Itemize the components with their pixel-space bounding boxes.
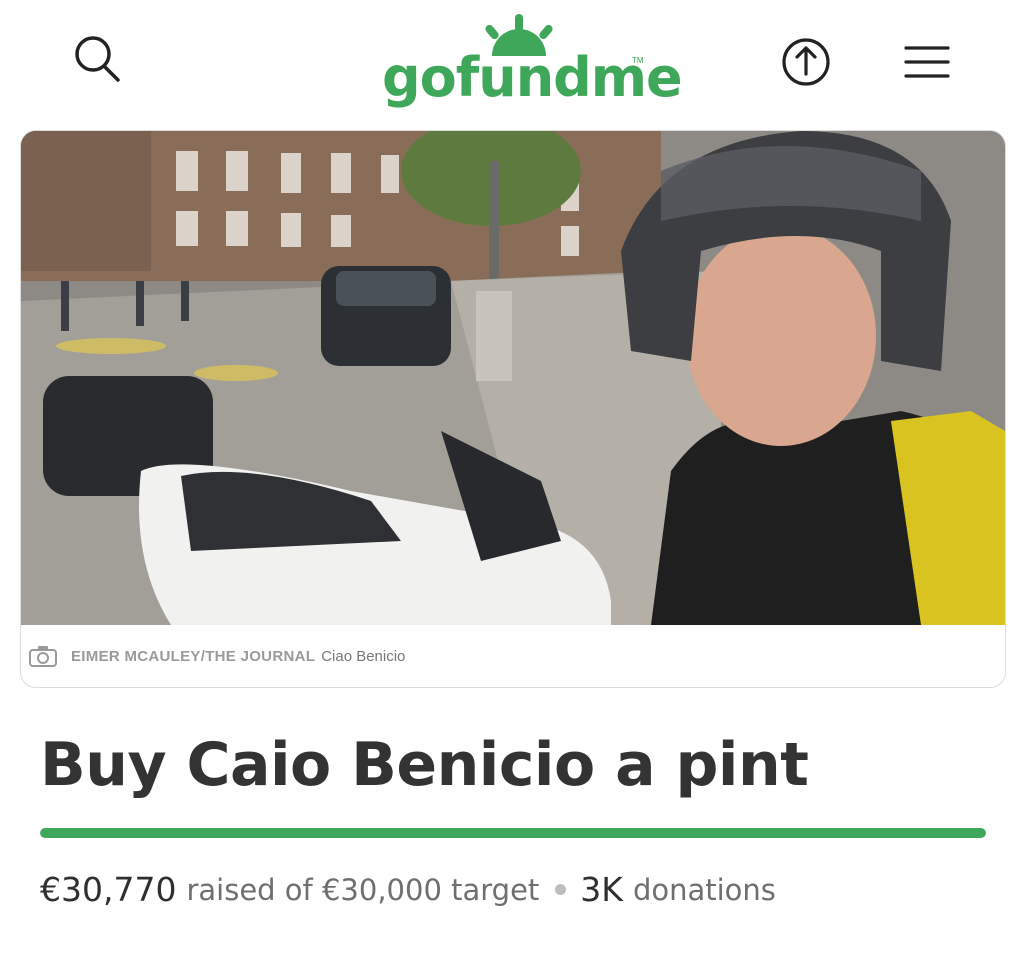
campaign-photo xyxy=(21,131,1005,625)
top-nav: gofundme TM xyxy=(0,0,1024,120)
search-button[interactable] xyxy=(66,28,130,92)
progress-bar-fill xyxy=(40,828,986,838)
gofundme-logo[interactable]: gofundme TM xyxy=(378,10,683,110)
logo-trademark: TM xyxy=(632,56,644,65)
search-icon xyxy=(75,36,120,82)
share-icon xyxy=(782,38,830,86)
donations-label: donations xyxy=(632,872,776,907)
raised-of-target: raised of €30,000 target xyxy=(186,872,540,907)
photo-caption: EIMER MCAULEY/THE JOURNAL Ciao Benicio xyxy=(21,625,1005,687)
photo-caption-text: Ciao Benicio xyxy=(321,647,406,665)
donations-count: 3K xyxy=(580,870,623,909)
campaign-photo-card[interactable]: EIMER MCAULEY/THE JOURNAL Ciao Benicio xyxy=(20,130,1006,688)
amount-raised: €30,770 xyxy=(40,870,177,909)
fundraising-stats: €30,770 raised of €30,000 target 3K dona… xyxy=(40,870,776,909)
campaign-title: Buy Caio Benicio a pint xyxy=(40,730,809,800)
photo-credit: EIMER MCAULEY/THE JOURNAL xyxy=(71,647,316,665)
separator-dot xyxy=(555,884,567,895)
share-button[interactable] xyxy=(774,30,838,94)
progress-bar xyxy=(40,828,986,838)
menu-icon xyxy=(904,46,950,78)
menu-button[interactable] xyxy=(894,30,958,94)
camera-icon xyxy=(29,646,57,667)
